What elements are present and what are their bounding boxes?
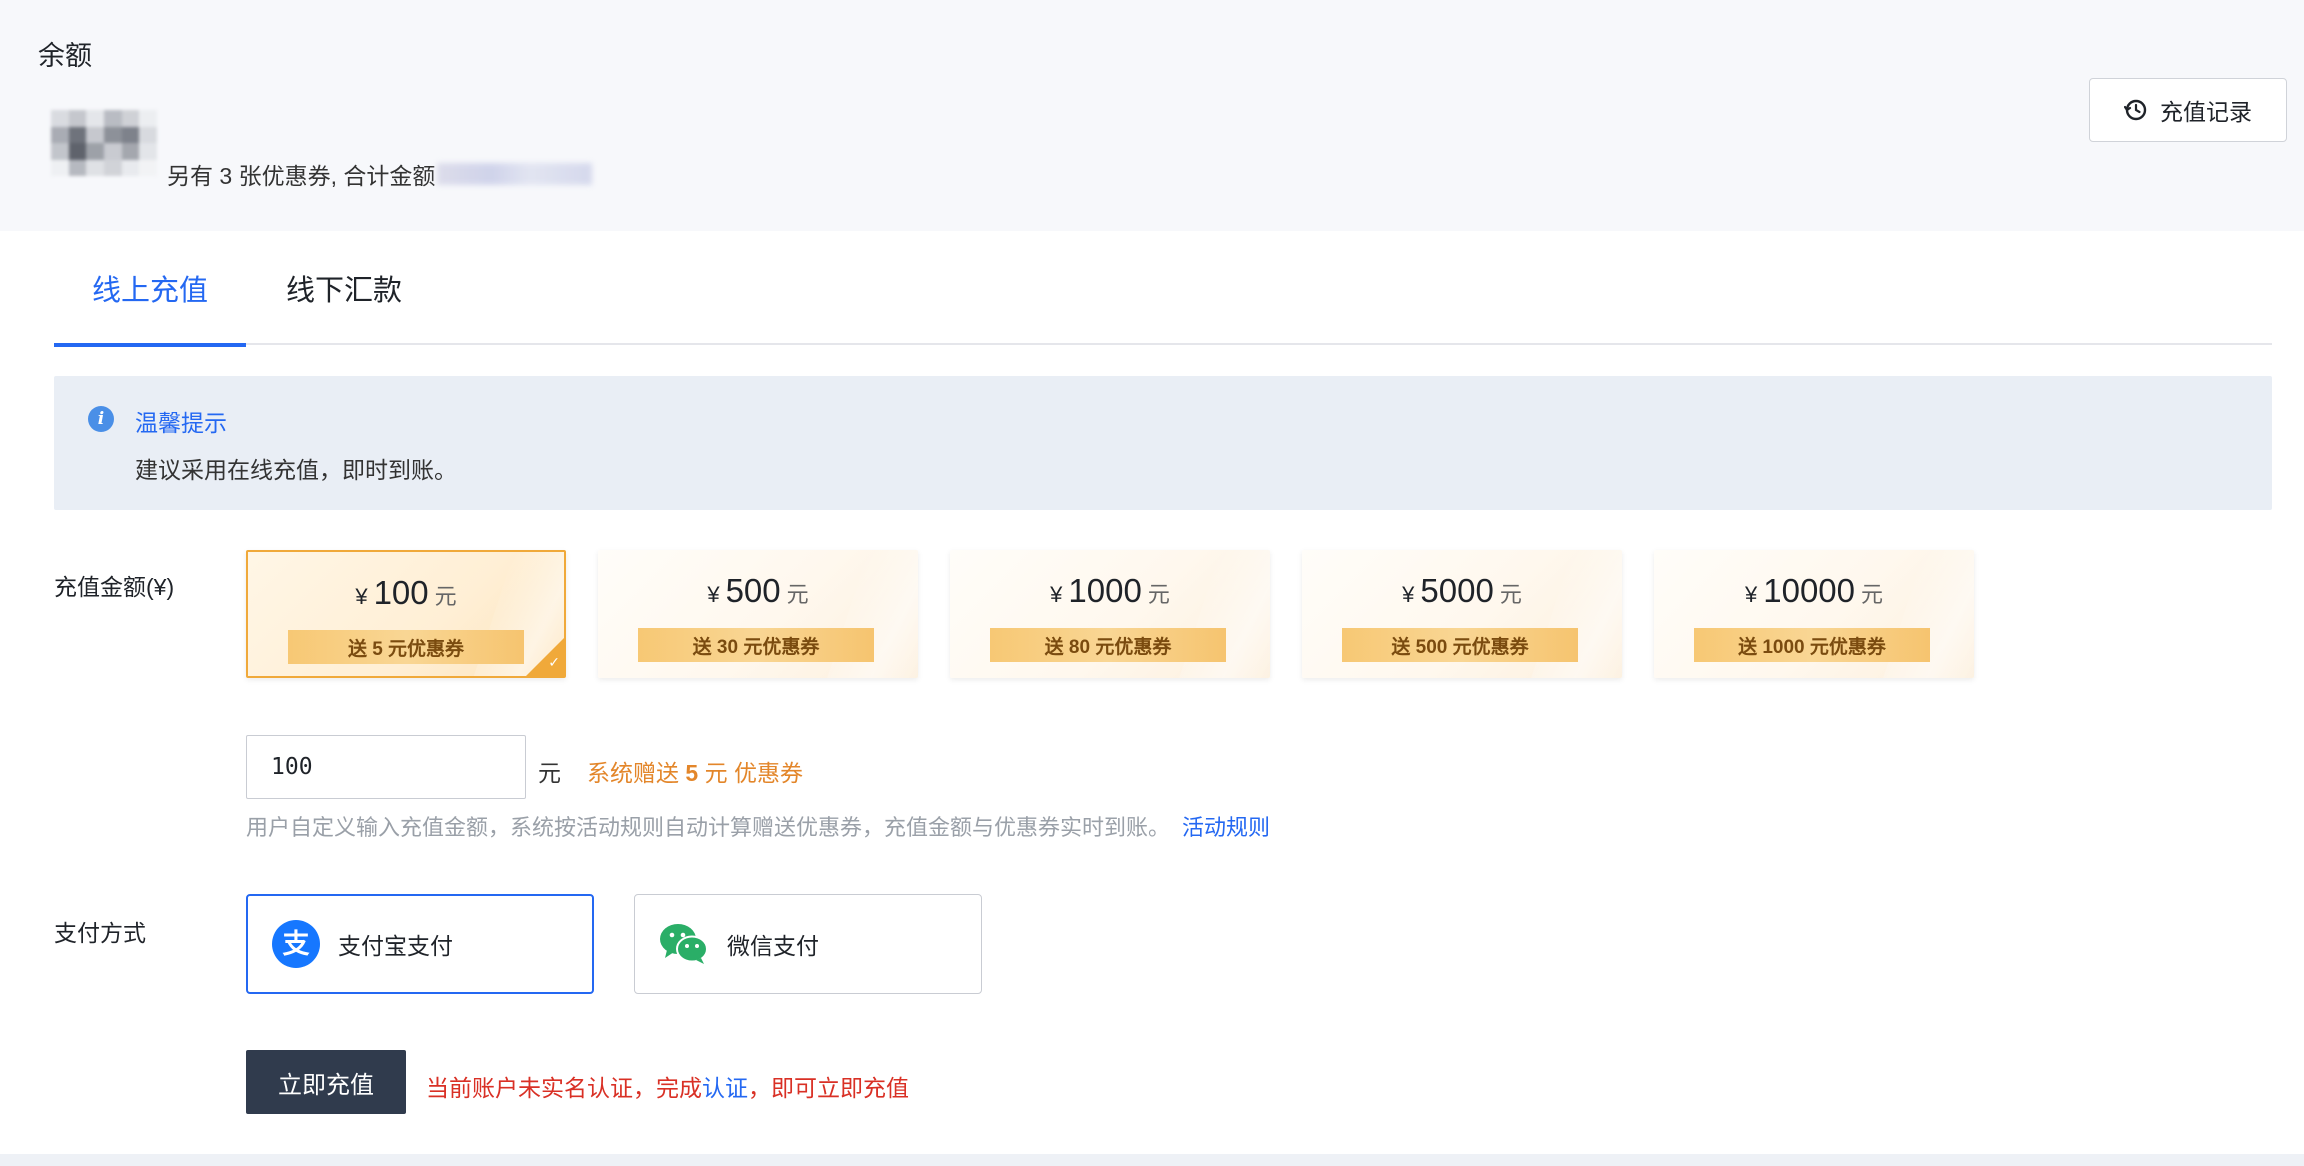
currency-symbol: ¥ (1402, 582, 1415, 607)
tab-online-recharge[interactable]: 线上充值 (54, 231, 246, 347)
coupon-total-redacted (437, 163, 593, 185)
payment-option-alipay[interactable]: 支 支付宝支付 (246, 894, 594, 994)
history-icon (2124, 99, 2147, 121)
coupon-tag: 送 500 元优惠券 (1342, 628, 1578, 662)
currency-symbol: ¥ (1050, 582, 1063, 607)
wechat-label: 微信支付 (727, 933, 819, 959)
amount-unit: 元 (1499, 582, 1522, 607)
info-icon: i (88, 406, 114, 432)
custom-amount-hint: 用户自定义输入充值金额，系统按活动规则自动计算赠送优惠券，充值金额与优惠券实时到… (246, 810, 1270, 842)
wechat-icon (659, 922, 709, 966)
recharge-now-button[interactable]: 立即充值 (246, 1050, 406, 1114)
currency-symbol: ¥ (707, 582, 720, 607)
amount-value: ¥ 1000 元 (950, 572, 1270, 610)
amount-option-5000[interactable]: ¥ 5000 元 送 500 元优惠券 (1302, 550, 1622, 678)
tip-text: 建议采用在线充值，即时到账。 (135, 457, 457, 483)
tip-title: 温馨提示 (135, 410, 227, 436)
verification-warning: 当前账户未实名认证，完成认证，即可立即充值 (426, 1069, 909, 1103)
coupon-tag: 送 1000 元优惠券 (1694, 628, 1930, 662)
amount-value: ¥ 100 元 (248, 574, 564, 612)
tip-box: i 温馨提示 建议采用在线充值，即时到账。 (54, 376, 2272, 510)
payment-option-wechat[interactable]: 微信支付 (634, 894, 982, 994)
amount-value: ¥ 5000 元 (1302, 572, 1622, 610)
coupon-tag: 送 30 元优惠券 (638, 628, 874, 662)
amount-number: 100 (373, 574, 429, 611)
alipay-icon: 支 (272, 920, 320, 968)
activity-rules-link[interactable]: 活动规则 (1182, 815, 1270, 840)
amount-option-1000[interactable]: ¥ 1000 元 送 80 元优惠券 (950, 550, 1270, 678)
amount-unit: 元 (1861, 582, 1884, 607)
recharge-tabs: 线上充值 线下汇款 (54, 231, 2272, 347)
gift-prefix: 系统赠送 (587, 760, 679, 786)
amount-number: 5000 (1420, 572, 1494, 609)
amount-number: 10000 (1763, 572, 1855, 609)
recharge-record-label: 充值记录 (2160, 99, 2252, 125)
amount-label: 充值金额(¥) (54, 574, 175, 600)
hint-text: 用户自定义输入充值金额，系统按活动规则自动计算赠送优惠券，充值金额与优惠券实时到… (246, 815, 1171, 840)
svg-text:支: 支 (283, 929, 310, 960)
amount-unit: 元 (434, 584, 457, 609)
gift-suffix: 元 优惠券 (704, 760, 803, 786)
coupon-tag: 送 5 元优惠券 (288, 630, 524, 664)
currency-symbol: ¥ (1744, 582, 1758, 607)
warning-suffix: ，即可立即充值 (748, 1075, 909, 1101)
coupon-summary-text: 另有 3 张优惠券, 合计金额 (167, 163, 436, 189)
bottom-divider (0, 1154, 2304, 1166)
amount-unit: 元 (1147, 582, 1170, 607)
coupon-summary: 另有 3 张优惠券, 合计金额 (167, 157, 593, 191)
amount-value: ¥ 500 元 (598, 572, 918, 610)
check-icon: ✓ (548, 654, 560, 670)
balance-title: 余额 (38, 41, 92, 71)
amount-number: 500 (725, 572, 781, 609)
custom-amount-unit: 元 (538, 760, 561, 786)
balance-panel: 余额 另有 3 张优惠券, 合计金额 充值记录 (0, 0, 2304, 231)
gift-coupon-text: 系统赠送 5 元 优惠券 (587, 754, 803, 788)
coupon-tag: 送 80 元优惠券 (990, 628, 1226, 662)
warning-prefix: 当前账户未实名认证，完成 (426, 1075, 702, 1101)
tab-offline-transfer[interactable]: 线下汇款 (286, 231, 402, 345)
verification-link[interactable]: 认证 (702, 1075, 748, 1101)
gift-amount: 5 (685, 760, 699, 786)
amount-value: ¥ 10000 元 (1654, 572, 1974, 610)
currency-symbol: ¥ (355, 584, 368, 609)
alipay-label: 支付宝支付 (338, 933, 453, 959)
recharge-record-button[interactable]: 充值记录 (2089, 78, 2287, 142)
amount-option-100[interactable]: ¥ 100 元 送 5 元优惠券 ✓ (246, 550, 566, 678)
amount-number: 1000 (1068, 572, 1142, 609)
balance-amount-redacted (51, 110, 157, 176)
amount-unit: 元 (786, 582, 809, 607)
amount-option-10000[interactable]: ¥ 10000 元 送 1000 元优惠券 (1654, 550, 1974, 678)
custom-amount-input[interactable] (246, 735, 526, 799)
amount-option-500[interactable]: ¥ 500 元 送 30 元优惠券 (598, 550, 918, 678)
payment-label: 支付方式 (54, 920, 146, 946)
